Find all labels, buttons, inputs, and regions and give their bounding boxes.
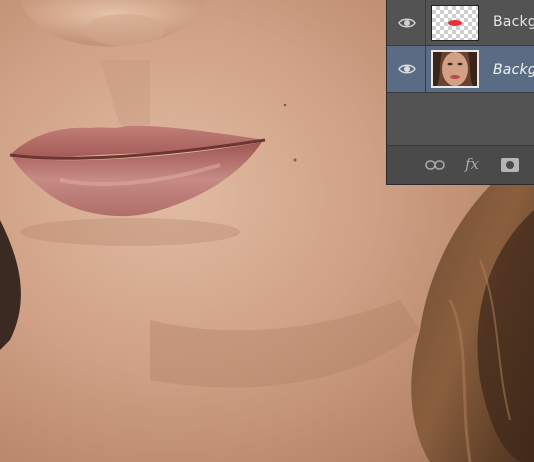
photoshop-workspace: Backg Backg fx <box>0 0 534 462</box>
face-thumbnail-image <box>433 52 477 86</box>
lip-mask-shape <box>448 20 462 26</box>
layer-thumbnail[interactable] <box>431 5 479 41</box>
eye-icon[interactable] <box>398 60 416 78</box>
layer-name[interactable]: Backg <box>493 14 534 30</box>
layer-name[interactable]: Backg <box>493 62 534 78</box>
layer-thumbnail[interactable] <box>431 50 479 88</box>
layer-row[interactable]: Backg <box>387 0 534 46</box>
layers-empty-area <box>387 93 534 145</box>
layers-panel-footer: fx <box>387 145 534 184</box>
visibility-divider <box>425 0 426 45</box>
eye-icon[interactable] <box>398 14 416 32</box>
layer-row-selected[interactable]: Backg <box>387 46 534 93</box>
add-mask-icon[interactable] <box>501 158 519 172</box>
layers-panel: Backg Backg fx <box>386 0 534 185</box>
visibility-divider <box>425 46 426 92</box>
transparency-checker <box>432 6 478 40</box>
link-icon[interactable] <box>425 159 445 171</box>
fx-icon[interactable]: fx <box>465 155 479 173</box>
